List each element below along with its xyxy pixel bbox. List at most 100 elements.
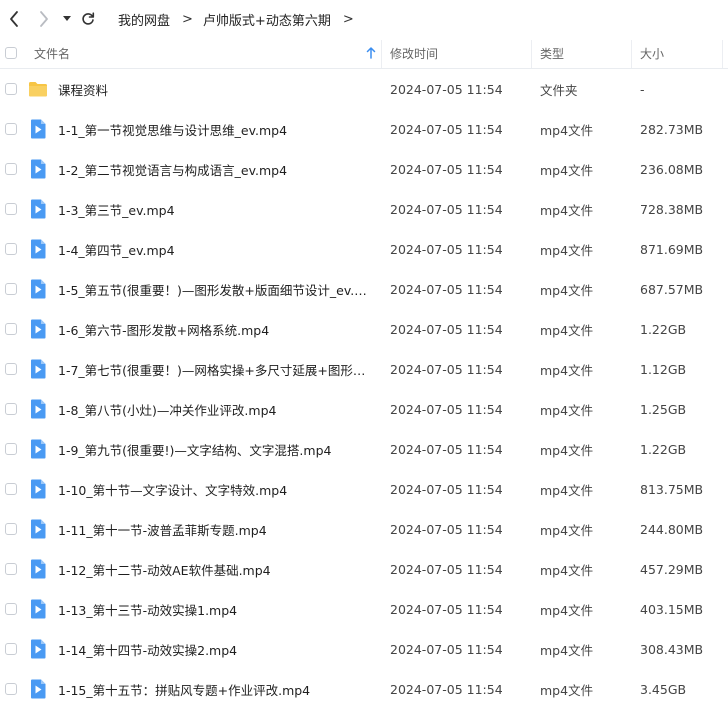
table-row[interactable]: 1-12_第十二节-动效AE软件基础.mp4 2024-07-05 11:54 mp… <box>0 549 728 589</box>
row-checkbox[interactable] <box>5 83 17 95</box>
row-checkbox[interactable] <box>5 563 17 575</box>
modified-time: 2024-07-05 11:54 <box>390 121 503 137</box>
file-type: mp4文件 <box>540 682 594 698</box>
modified-time: 2024-07-05 11:54 <box>390 561 503 577</box>
file-name[interactable]: 课程资料 <box>58 69 376 109</box>
row-checkbox[interactable] <box>5 483 17 495</box>
column-header-modified-label: 修改时间 <box>390 46 439 61</box>
file-type: mp4文件 <box>540 522 594 538</box>
row-checkbox[interactable] <box>5 243 17 255</box>
table-row[interactable]: 1-3_第三节_ev.mp4 2024-07-05 11:54 mp4文件 728.3… <box>0 189 728 229</box>
row-checkbox[interactable] <box>5 323 17 335</box>
row-checkbox[interactable] <box>5 283 17 295</box>
file-name[interactable]: 1-15_第十五节：拼贴风专题+作业评改.mp4 <box>58 669 376 709</box>
file-name[interactable]: 1-6_第六节-图形发散+网格系统.mp4 <box>58 309 376 349</box>
video-file-icon <box>28 479 48 499</box>
modified-time: 2024-07-05 11:54 <box>390 361 503 377</box>
folder-icon <box>28 79 48 99</box>
file-name[interactable]: 1-12_第十二节-动效AE软件基础.mp4 <box>58 549 376 589</box>
file-name-text: 1-8_第八节(小灶)—冲关作业评改.mp4 <box>58 402 277 418</box>
caret-down-icon[interactable] <box>60 12 74 26</box>
table-row[interactable]: 1-1_第一节视觉思维与设计思维_ev.mp4 2024-07-05 11:54 m… <box>0 109 728 149</box>
row-checkbox[interactable] <box>5 163 17 175</box>
file-type: mp4文件 <box>540 242 594 258</box>
modified-time: 2024-07-05 11:54 <box>390 681 503 697</box>
table-row[interactable]: 1-9_第九节(很重要!)—文字结构、文字混搭.mp4 2024-07-05 11… <box>0 429 728 469</box>
row-checkbox[interactable] <box>5 443 17 455</box>
video-file-icon <box>28 119 48 139</box>
file-name[interactable]: 1-1_第一节视觉思维与设计思维_ev.mp4 <box>58 109 376 149</box>
breadcrumb: 我的网盘 > 卢帅版式+动态第六期 > <box>118 0 364 38</box>
file-size: 728.38MB <box>640 201 704 217</box>
breadcrumb-separator: > <box>182 11 193 27</box>
table-row[interactable]: 1-2_第二节视觉语言与构成语言_ev.mp4 2024-07-05 11:54 m… <box>0 149 728 189</box>
table-row[interactable]: 1-10_第十节—文字设计、文字特效.mp4 2024-07-05 11:54 mp… <box>0 469 728 509</box>
table-row[interactable]: 课程资料 2024-07-05 11:54 文件夹 - <box>0 69 728 109</box>
table-row[interactable]: 1-7_第七节(很重要！)—网格实操+多尺寸延展+图形肌理... 2024-07-… <box>0 349 728 389</box>
file-size: 1.25GB <box>640 401 687 417</box>
table-row[interactable]: 1-13_第十三节-动效实操1.mp4 2024-07-05 11:54 mp4文件… <box>0 589 728 629</box>
breadcrumb-separator: > <box>342 11 354 27</box>
table-row[interactable]: 1-4_第四节_ev.mp4 2024-07-05 11:54 mp4文件 871.6… <box>0 229 728 269</box>
toolbar: 我的网盘 > 卢帅版式+动态第六期 > <box>0 0 728 38</box>
table-row[interactable]: 1-11_第十一节-波普孟菲斯专题.mp4 2024-07-05 11:54 mp4… <box>0 509 728 549</box>
table-row[interactable]: 1-6_第六节-图形发散+网格系统.mp4 2024-07-05 11:54 mp4… <box>0 309 728 349</box>
modified-time: 2024-07-05 11:54 <box>390 241 503 257</box>
file-name[interactable]: 1-14_第十四节-动效实操2.mp4 <box>58 629 376 669</box>
file-name-text: 1-1_第一节视觉思维与设计思维_ev.mp4 <box>58 122 288 138</box>
file-name[interactable]: 1-2_第二节视觉语言与构成语言_ev.mp4 <box>58 149 376 189</box>
file-type: mp4文件 <box>540 162 594 178</box>
file-name[interactable]: 1-13_第十三节-动效实操1.mp4 <box>58 589 376 629</box>
row-checkbox[interactable] <box>5 363 17 375</box>
column-header-name[interactable]: 文件名 <box>34 38 374 68</box>
file-name[interactable]: 1-10_第十节—文字设计、文字特效.mp4 <box>58 469 376 509</box>
file-name[interactable]: 1-3_第三节_ev.mp4 <box>58 189 376 229</box>
table-row[interactable]: 1-8_第八节(小灶)—冲关作业评改.mp4 2024-07-05 11:54 mp… <box>0 389 728 429</box>
refresh-icon[interactable] <box>79 10 97 28</box>
file-type: mp4文件 <box>540 362 594 378</box>
file-name[interactable]: 1-11_第十一节-波普孟菲斯专题.mp4 <box>58 509 376 549</box>
file-name[interactable]: 1-8_第八节(小灶)—冲关作业评改.mp4 <box>58 389 376 429</box>
chevron-left-icon[interactable] <box>4 9 24 29</box>
file-name[interactable]: 1-9_第九节(很重要!)—文字结构、文字混搭.mp4 <box>58 429 376 469</box>
file-size: 244.80MB <box>640 521 704 537</box>
breadcrumb-item-current-folder[interactable]: 卢帅版式+动态第六期 <box>203 10 331 29</box>
file-type: mp4文件 <box>540 442 594 458</box>
file-name[interactable]: 1-7_第七节(很重要！)—网格实操+多尺寸延展+图形肌理... <box>58 349 376 389</box>
table-row[interactable]: 1-5_第五节(很重要！)—图形发散+版面细节设计_ev.mp4 2024-07-… <box>0 269 728 309</box>
table-row[interactable]: 1-15_第十五节：拼贴风专题+作业评改.mp4 2024-07-05 11:54… <box>0 669 728 709</box>
arrow-up-icon[interactable] <box>366 47 376 59</box>
file-size: 236.08MB <box>640 161 704 177</box>
video-file-icon <box>28 359 48 379</box>
video-file-icon <box>28 639 48 659</box>
chevron-right-icon[interactable] <box>34 9 54 29</box>
file-size: 871.69MB <box>640 241 704 257</box>
row-checkbox[interactable] <box>5 123 17 135</box>
column-divider[interactable] <box>531 40 532 68</box>
row-checkbox[interactable] <box>5 603 17 615</box>
file-type: mp4文件 <box>540 562 594 578</box>
file-name[interactable]: 1-5_第五节(很重要！)—图形发散+版面细节设计_ev.mp4 <box>58 269 376 309</box>
row-checkbox[interactable] <box>5 203 17 215</box>
select-all-checkbox[interactable] <box>5 47 17 59</box>
file-name[interactable]: 1-4_第四节_ev.mp4 <box>58 229 376 269</box>
row-checkbox[interactable] <box>5 403 17 415</box>
row-checkbox[interactable] <box>5 523 17 535</box>
modified-time: 2024-07-05 11:54 <box>390 281 503 297</box>
column-divider[interactable] <box>381 40 382 68</box>
breadcrumb-item-home[interactable]: 我的网盘 <box>118 10 170 29</box>
column-header-type[interactable]: 类型 <box>540 38 620 68</box>
modified-time: 2024-07-05 11:54 <box>390 641 503 657</box>
file-size: 282.73MB <box>640 121 704 137</box>
column-header-modified[interactable]: 修改时间 <box>390 38 520 68</box>
file-name-text: 1-13_第十三节-动效实操1.mp4 <box>58 602 238 618</box>
row-checkbox[interactable] <box>5 643 17 655</box>
column-divider[interactable] <box>631 40 632 68</box>
column-divider[interactable] <box>722 40 723 68</box>
modified-time: 2024-07-05 11:54 <box>390 441 503 457</box>
column-header-type-label: 类型 <box>540 46 565 61</box>
column-header-size[interactable]: 大小 <box>640 38 710 68</box>
table-row[interactable]: 1-14_第十四节-动效实操2.mp4 2024-07-05 11:54 mp4文件… <box>0 629 728 669</box>
file-name-text: 1-5_第五节(很重要！)—图形发散+版面细节设计_ev.mp4 <box>58 282 376 298</box>
row-checkbox[interactable] <box>5 683 17 695</box>
